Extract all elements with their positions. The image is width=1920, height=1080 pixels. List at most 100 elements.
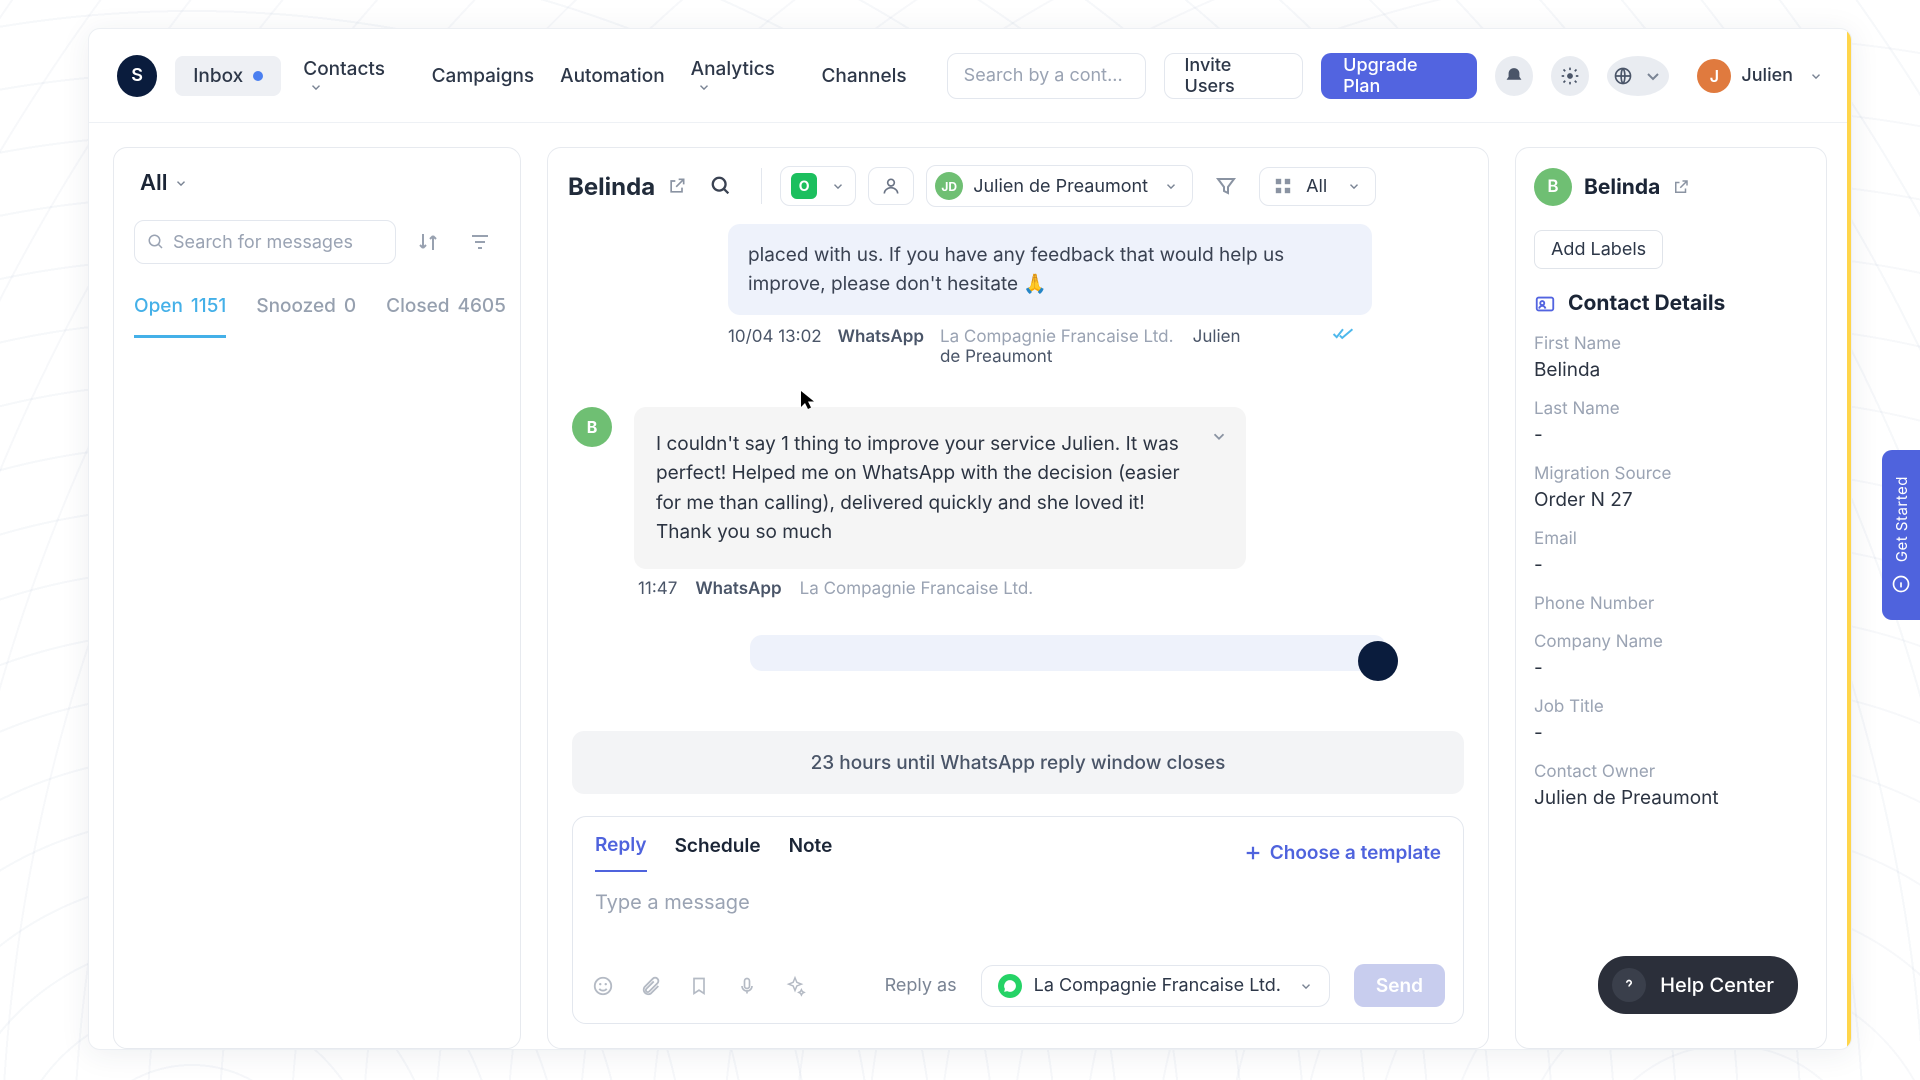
filter-button[interactable] (460, 222, 500, 262)
contact-details-panel: B Belinda Add Labels Contact Details Fir… (1515, 147, 1827, 1049)
reply-window-banner: 23 hours until WhatsApp reply window clo… (572, 731, 1464, 794)
read-receipt-icon (1332, 327, 1354, 341)
field-phone: Phone Number (1534, 594, 1808, 614)
nav-campaigns[interactable]: Campaigns (428, 56, 539, 95)
message-text: I couldn't say 1 thing to improve your s… (656, 432, 1180, 543)
sender-avatar: B (572, 407, 612, 447)
sender-selector[interactable]: La Compagnie Francaise Ltd. (981, 965, 1330, 1007)
placeholder-text: Search by a cont... (964, 65, 1123, 86)
notifications-button[interactable] (1495, 56, 1533, 96)
chevron-down-icon (697, 80, 711, 94)
chevron-down-icon[interactable] (1210, 427, 1228, 445)
section-header: Contact Details (1534, 291, 1808, 316)
chevron-down-icon (1809, 69, 1823, 83)
conversation-panel: Belinda O JD Julien de Preaumont (547, 147, 1489, 1049)
message-text: placed with us. If you have any feedback… (748, 243, 1284, 295)
help-center-label: Help Center (1660, 973, 1774, 997)
get-started-tab[interactable]: Get Started (1882, 450, 1920, 620)
choose-template-button[interactable]: Choose a template (1244, 841, 1441, 864)
chevron-down-icon (1299, 979, 1313, 993)
voice-button[interactable] (735, 974, 759, 998)
field-contact-owner: Contact OwnerJulien de Preau­mont (1534, 762, 1808, 809)
messages-area[interactable]: placed with us. If you have any feedback… (548, 224, 1488, 719)
whatsapp-icon (998, 974, 1022, 998)
tab-label: Snoozed (256, 294, 336, 320)
conversations-panel: All Search for messages Open 1151 (113, 147, 521, 1049)
nav-automation[interactable]: Automation (556, 56, 668, 95)
outgoing-message: placed with us. If you have any feedback… (728, 224, 1372, 315)
meta-channel: WhatsApp (695, 579, 781, 599)
status-tabs: Open 1151 Snoozed 0 Closed 4605 (134, 294, 500, 338)
chevron-down-icon (831, 179, 845, 193)
field-company: Company Name- (1534, 632, 1808, 679)
message-input[interactable]: Type a message (573, 872, 1463, 954)
assign-person-button[interactable] (868, 167, 914, 205)
message-meta: 10/04 13:02 WhatsApp La Compagnie Franca… (728, 327, 1464, 367)
section-title: Contact Details (1568, 291, 1725, 316)
external-link-icon[interactable] (1672, 178, 1690, 196)
app-logo[interactable]: S (117, 55, 157, 97)
language-button[interactable] (1607, 56, 1669, 96)
agent-avatar (1358, 641, 1398, 681)
conversation-status-chip[interactable]: O (780, 166, 856, 206)
funnel-icon (1214, 174, 1238, 198)
send-button[interactable]: Send (1354, 964, 1445, 1007)
outgoing-message-partial (750, 635, 1386, 671)
info-icon (1891, 574, 1911, 594)
user-avatar: J (1697, 59, 1731, 93)
help-center-button[interactable]: Help Center (1598, 956, 1798, 1014)
filter-conversation-button[interactable] (1205, 165, 1247, 207)
conversation-filter-dropdown[interactable]: All (140, 170, 500, 196)
field-first-name: First NameBelinda (1534, 334, 1808, 381)
placeholder-text: Search for messages (173, 232, 353, 253)
filter-label: All (140, 170, 168, 196)
composer: Reply Schedule Note Choose a template Ty… (572, 816, 1464, 1024)
global-search-input[interactable]: Search by a cont... (947, 53, 1146, 99)
reply-as-label: Reply as (885, 975, 957, 996)
chevron-down-icon (1164, 179, 1178, 193)
settings-button[interactable] (1551, 56, 1589, 96)
mouse-cursor-icon (800, 390, 816, 410)
nav-contacts[interactable]: Contacts (299, 49, 409, 102)
plus-icon (1244, 844, 1262, 862)
sort-button[interactable] (408, 222, 448, 262)
choose-template-label: Choose a template (1270, 841, 1441, 864)
upgrade-plan-button[interactable]: Upgrade Plan (1321, 53, 1477, 99)
field-last-name: Last Name- (1534, 399, 1808, 446)
user-menu[interactable]: J Julien (1697, 59, 1823, 93)
tab-open[interactable]: Open 1151 (134, 294, 226, 338)
contact-avatar: B (1534, 168, 1572, 206)
gear-icon (1560, 66, 1580, 86)
tab-snoozed[interactable]: Snoozed 0 (256, 294, 356, 338)
message-meta: 11:47 WhatsApp La Compagnie Francaise Lt… (638, 579, 1464, 599)
attach-button[interactable] (639, 974, 663, 998)
search-conversation-button[interactable] (699, 164, 743, 208)
nav-inbox[interactable]: Inbox (175, 56, 281, 96)
nav-label: Inbox (193, 64, 243, 87)
view-mode-chip[interactable]: All (1259, 167, 1376, 206)
search-messages-input[interactable]: Search for messages (134, 220, 396, 264)
assignee-chip[interactable]: JD Julien de Preaumont (926, 165, 1193, 207)
add-labels-button[interactable]: Add Labels (1534, 230, 1663, 269)
nav-analytics[interactable]: Analytics (687, 49, 800, 102)
composer-tab-schedule[interactable]: Schedule (675, 834, 761, 871)
paperclip-icon (640, 975, 662, 997)
composer-tab-reply[interactable]: Reply (595, 833, 647, 872)
grid-icon (1274, 177, 1292, 195)
user-name: Julien (1741, 65, 1793, 86)
field-job-title: Job Title- (1534, 697, 1808, 744)
ai-button[interactable] (783, 974, 807, 998)
tab-label: Closed (386, 294, 449, 320)
field-migration-source: Migration SourceOrder N 27 (1534, 464, 1808, 511)
tab-closed[interactable]: Closed 4605 (386, 294, 506, 338)
external-link-icon[interactable] (667, 176, 687, 196)
nav-channels[interactable]: Channels (817, 56, 910, 95)
composer-tab-note[interactable]: Note (789, 834, 833, 871)
search-icon (710, 175, 732, 197)
contact-title: Belinda (1584, 175, 1660, 200)
invite-users-button[interactable]: Invite Users (1164, 53, 1304, 99)
placeholder-text: Type a message (595, 890, 750, 914)
emoji-button[interactable] (591, 974, 615, 998)
tab-count: 1151 (191, 294, 226, 317)
bookmark-button[interactable] (687, 974, 711, 998)
